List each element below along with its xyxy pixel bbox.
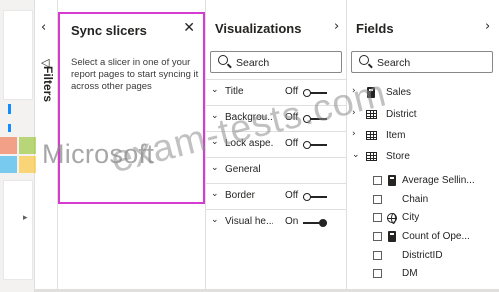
field-table-name: Item (386, 130, 406, 141)
field-item-dm[interactable]: DM (347, 263, 499, 285)
field-checkbox[interactable] (373, 176, 382, 185)
chevron-left-icon[interactable]: ‹ (41, 20, 46, 35)
chevron-down-icon[interactable]: ⌄ (211, 215, 219, 225)
filters-label-container[interactable]: Filters (37, 66, 57, 126)
field-name: Average Sellin... (402, 175, 475, 186)
globe-icon (387, 213, 397, 224)
measure-icon (388, 175, 396, 186)
visualizations-search-input[interactable] (236, 55, 316, 70)
format-section-general[interactable]: ⌄ General (206, 157, 346, 183)
chevron-right-icon[interactable]: › (352, 129, 356, 139)
fields-search-input[interactable] (377, 55, 457, 70)
format-section-border[interactable]: ⌄ Border Off (206, 183, 346, 209)
canvas-bar (8, 124, 11, 132)
toggle-state-label: Off (285, 190, 299, 201)
field-table-name: Sales (386, 87, 412, 98)
canvas-visual[interactable] (3, 10, 33, 100)
field-table-store[interactable]: ⌄ Store (347, 146, 499, 168)
chevron-down-icon[interactable]: ⌄ (211, 189, 219, 199)
format-section-label: General (225, 164, 261, 175)
field-checkbox[interactable] (373, 213, 382, 222)
chevron-down-icon[interactable]: ⌄ (211, 85, 219, 95)
field-name: DM (402, 268, 418, 279)
toggle-state-label: On (285, 216, 299, 227)
table-icon (366, 152, 377, 161)
field-checkbox[interactable] (373, 232, 382, 241)
visualizations-title: Visualizations (215, 21, 302, 36)
field-table-name: Store (386, 151, 410, 162)
search-icon (359, 55, 369, 65)
fields-pane: Fields › › Sales › District › Item ⌄ Sto… (347, 0, 499, 292)
format-section-visual-header[interactable]: ⌄ Visual he... On (206, 209, 346, 235)
canvas-bar (8, 104, 11, 114)
format-section-label: Title (225, 86, 244, 97)
microsoft-logo-watermark (0, 137, 36, 173)
field-checkbox[interactable] (373, 251, 382, 260)
field-checkbox[interactable] (373, 269, 382, 278)
field-name: Count of Ope... (402, 231, 470, 242)
fields-search-box[interactable] (351, 51, 493, 73)
sync-slicers-title: Sync slicers (71, 23, 147, 38)
chevron-right-icon[interactable]: › (485, 19, 490, 34)
field-name: City (402, 212, 420, 223)
caret-right-icon[interactable]: ▸ (23, 213, 28, 223)
field-name: DistrictID (402, 250, 443, 261)
visual-header-toggle[interactable] (303, 219, 327, 227)
measure-icon (388, 231, 396, 242)
format-section-label: Border (225, 190, 256, 201)
sync-slicers-description: Select a slicer in one of your report pa… (71, 57, 199, 92)
field-table-item[interactable]: › Item (347, 125, 499, 147)
chevron-right-icon[interactable]: › (334, 19, 339, 34)
lock-aspect-toggle[interactable] (303, 141, 327, 149)
filters-label: Filters (41, 66, 55, 103)
fields-title: Fields (356, 21, 394, 36)
search-icon (218, 55, 228, 65)
chevron-down-icon[interactable]: ⌄ (211, 163, 219, 173)
table-icon (366, 131, 377, 140)
close-icon[interactable]: ✕ (183, 20, 195, 36)
format-section-label: Visual he... (225, 216, 273, 227)
chevron-down-icon[interactable]: ⌄ (352, 150, 360, 160)
border-toggle[interactable] (303, 193, 327, 201)
visualizations-search-box[interactable] (210, 51, 342, 73)
field-table-name: District (386, 109, 417, 120)
canvas-visual[interactable] (3, 180, 33, 280)
field-name: Chain (402, 194, 429, 205)
field-checkbox[interactable] (373, 195, 382, 204)
